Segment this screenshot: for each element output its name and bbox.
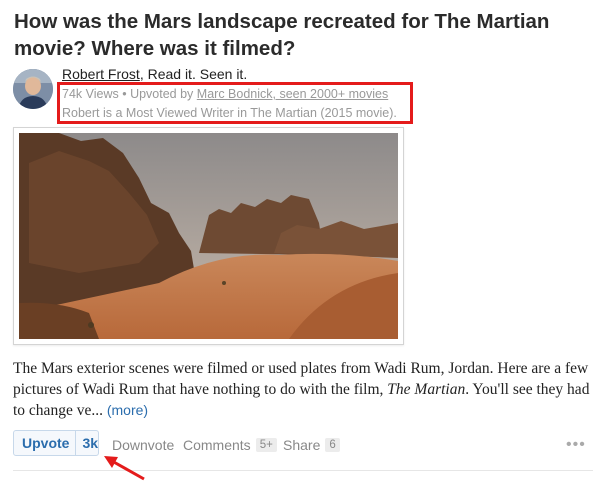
- author-byline: Robert Frost, Read it. Seen it.: [62, 66, 247, 82]
- ellipsis-icon[interactable]: •••: [566, 436, 586, 454]
- most-viewed-writer[interactable]: Robert is a Most Viewed Writer in The Ma…: [62, 106, 397, 120]
- meta-separator: •: [118, 87, 131, 101]
- author-avatar[interactable]: [13, 69, 53, 109]
- comments-label: Comments: [183, 437, 251, 453]
- answer-text: The Mars exterior scenes were filmed or …: [13, 358, 593, 421]
- author-name-link[interactable]: Robert Frost: [62, 66, 140, 82]
- desert-landscape-image: [19, 133, 398, 339]
- upvoter-link[interactable]: Marc Bodnick, seen 2000+ movies: [197, 87, 388, 101]
- author-credential: , Read it. Seen it.: [139, 66, 248, 82]
- share-button[interactable]: Share 6: [283, 437, 340, 453]
- upvoted-by-prefix: Upvoted by: [130, 87, 197, 101]
- downvote-button[interactable]: Downvote: [112, 437, 174, 453]
- more-link[interactable]: (more): [107, 402, 148, 418]
- answer-text-italic: The Martian: [387, 381, 466, 398]
- upvote-button[interactable]: Upvote 3k: [13, 430, 99, 456]
- question-title[interactable]: How was the Mars landscape recreated for…: [14, 8, 594, 62]
- view-count: 74k Views: [62, 87, 119, 101]
- red-arrow-icon: [104, 456, 145, 481]
- answer-stats: 74k Views • Upvoted by Marc Bodnick, see…: [62, 87, 388, 101]
- comments-button[interactable]: Comments 5+: [183, 437, 277, 453]
- comments-count: 5+: [255, 438, 277, 452]
- share-label: Share: [283, 437, 321, 453]
- share-count: 6: [325, 438, 340, 452]
- answer-image[interactable]: [13, 127, 404, 345]
- upvote-label: Upvote: [14, 431, 77, 455]
- downvote-label: Downvote: [112, 437, 175, 453]
